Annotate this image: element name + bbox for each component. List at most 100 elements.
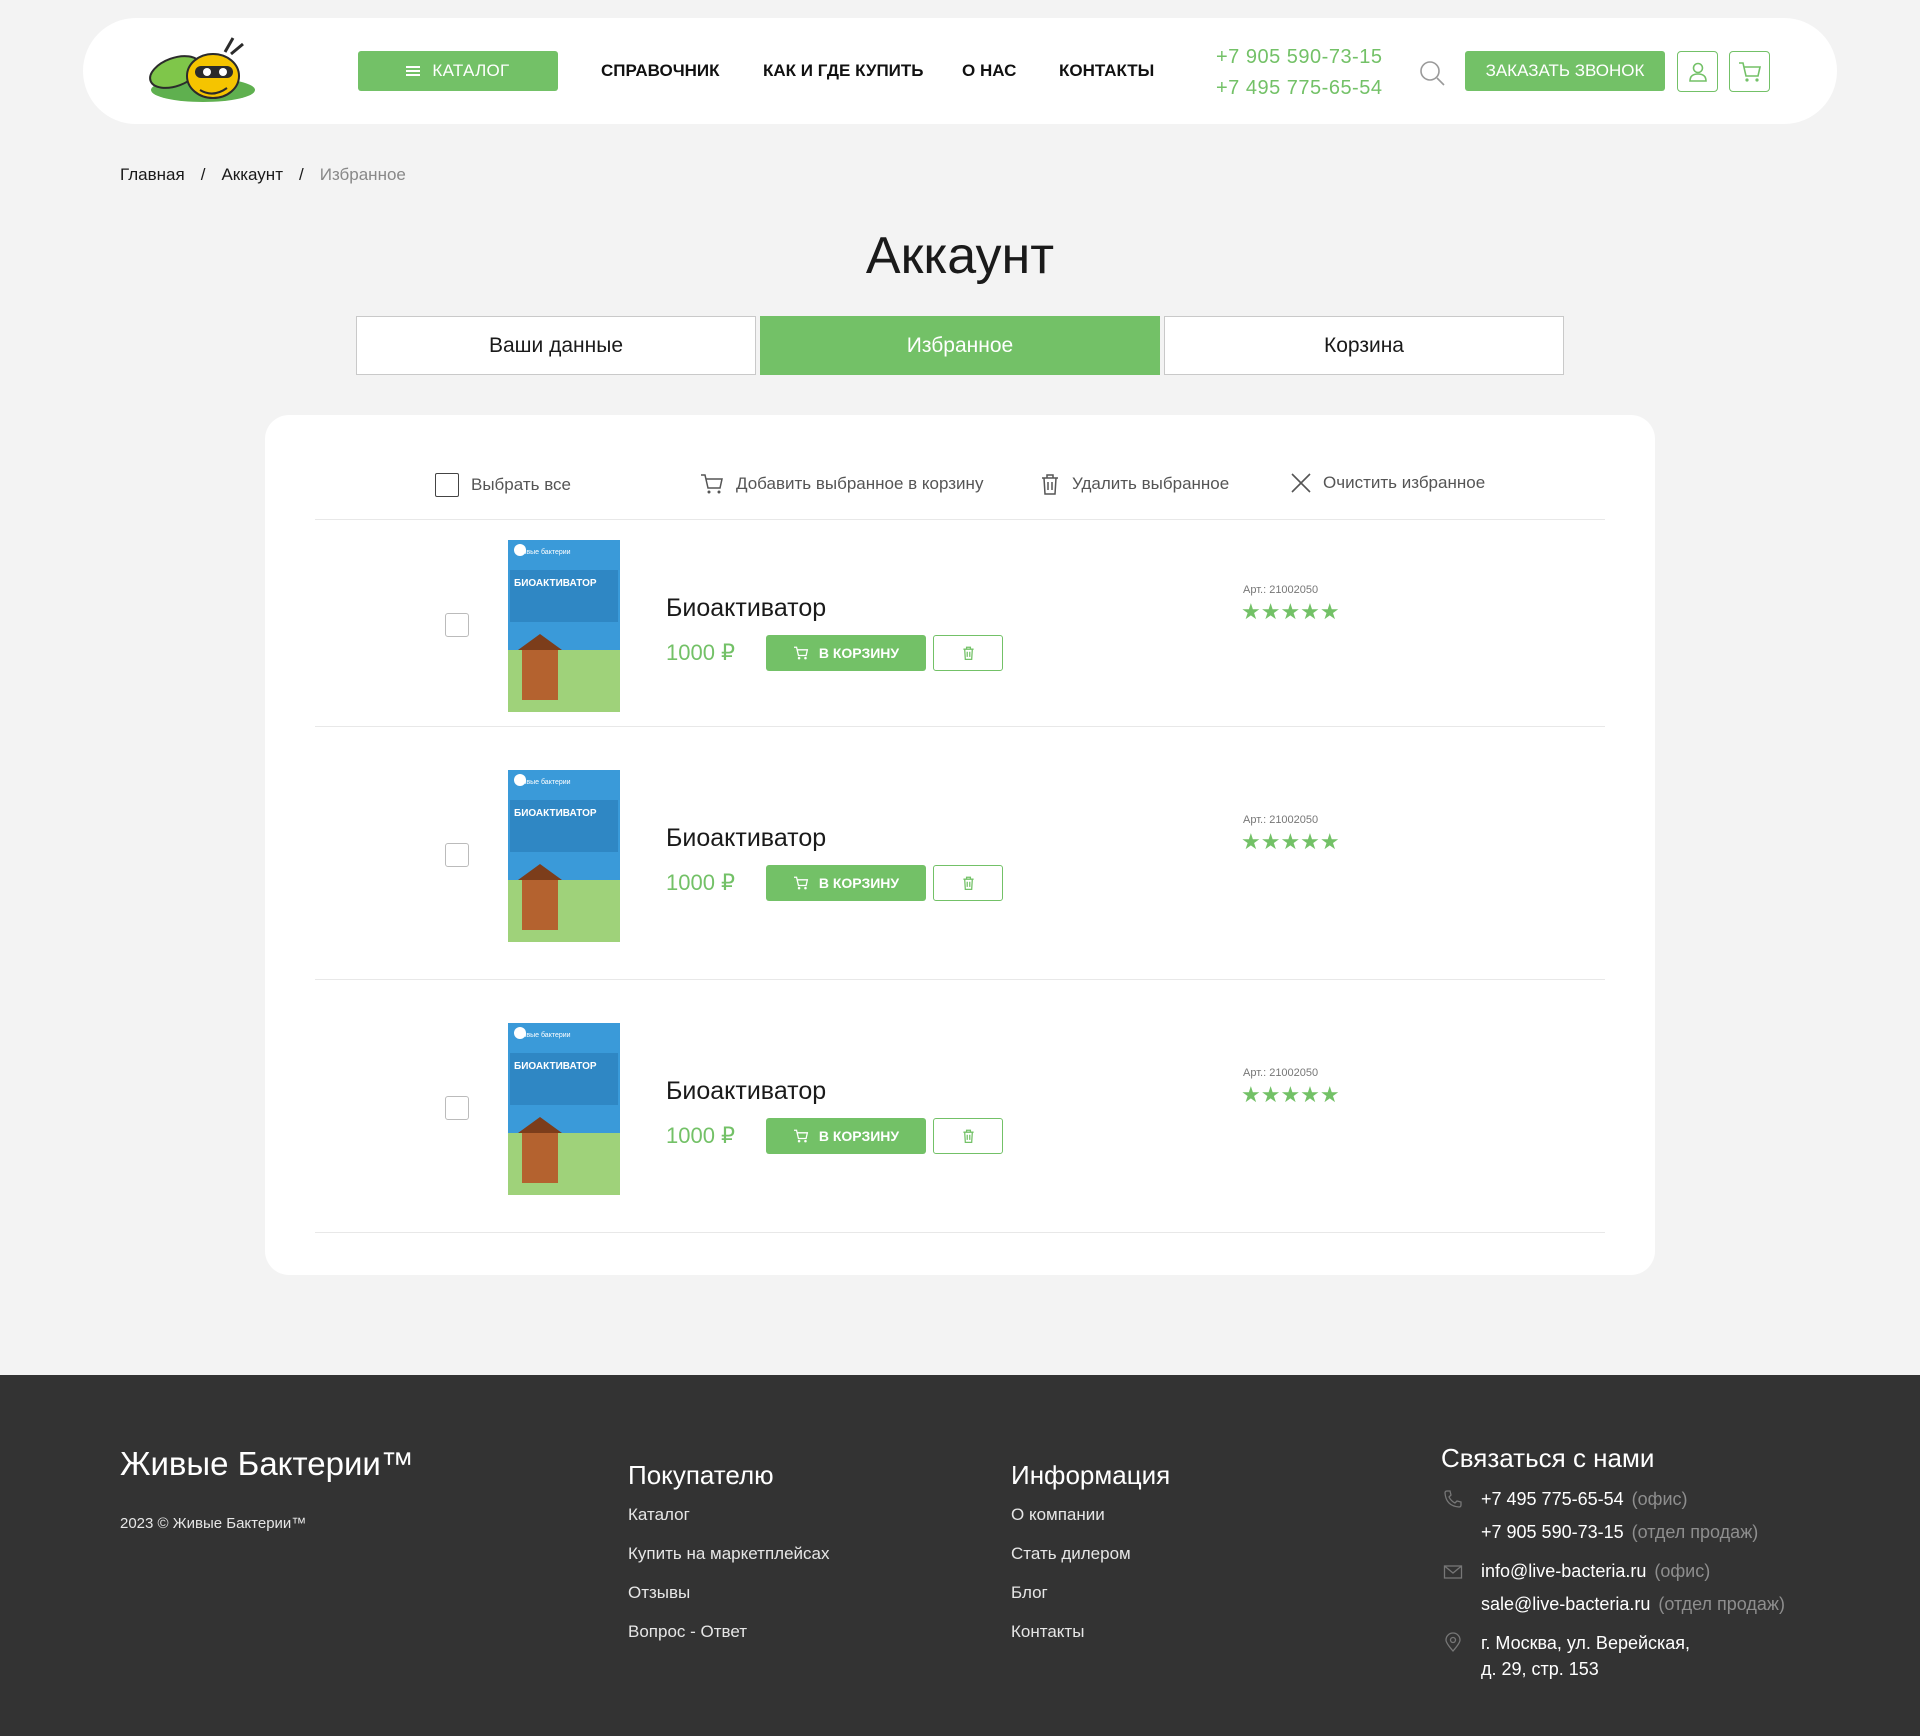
breadcrumb-separator: /: [200, 165, 206, 184]
catalog-label: КАТАЛОГ: [432, 61, 510, 80]
item-rating-stars: ★★★★★: [1241, 1082, 1340, 1107]
add-to-cart-button[interactable]: В КОРЗИНУ: [766, 1118, 926, 1154]
item-price: 1000 ₽: [666, 640, 736, 665]
nav-contacts[interactable]: КОНТАКТЫ: [1059, 61, 1154, 81]
add-to-cart-button[interactable]: В КОРЗИНУ: [766, 865, 926, 901]
search-icon[interactable]: [1419, 60, 1445, 86]
cart-icon: [1738, 61, 1761, 82]
site-header: КАТАЛОГ СПРАВОЧНИК КАК И ГДЕ КУПИТЬ О НА…: [83, 18, 1837, 124]
add-selected-label: Добавить выбранное в корзину: [736, 474, 984, 493]
footer-copyright: 2023 © Живые Бактерии™: [120, 1515, 307, 1532]
catalog-button[interactable]: КАТАЛОГ: [358, 51, 558, 91]
tab-cart[interactable]: Корзина: [1164, 316, 1564, 375]
footer-link-catalog[interactable]: Каталог: [628, 1505, 690, 1525]
site-footer: Живые Бактерии™ 2023 © Живые Бактерии™ П…: [0, 1375, 1920, 1736]
trash-icon: [962, 1129, 974, 1143]
clear-favorites-button[interactable]: Очистить избранное: [1291, 473, 1485, 493]
product-image[interactable]: Живые бактерии БИОАКТИВАТОР: [508, 1023, 620, 1195]
footer-phone-sales-note: (отдел продаж): [1631, 1522, 1759, 1542]
product-image-title: БИОАКТИВАТОР: [514, 808, 597, 819]
remove-item-button[interactable]: [933, 865, 1003, 901]
clear-favorites-label: Очистить избранное: [1323, 473, 1486, 492]
footer-info-title: Информация: [1011, 1460, 1171, 1490]
user-icon: [1688, 62, 1707, 82]
footer-link-faq[interactable]: Вопрос - Ответ: [628, 1622, 747, 1642]
add-to-cart-button[interactable]: В КОРЗИНУ: [766, 635, 926, 671]
item-rating-stars: ★★★★★: [1241, 829, 1340, 854]
select-all-checkbox[interactable]: [435, 473, 459, 497]
footer-email-office-address[interactable]: info@live-bacteria.ru: [1481, 1561, 1646, 1581]
location-icon: [1445, 1632, 1461, 1652]
logo-bee-icon[interactable]: [145, 32, 263, 110]
tab-favorites[interactable]: Избранное: [760, 316, 1160, 375]
cart-icon: [793, 646, 809, 660]
divider: [315, 726, 1605, 727]
add-selected-to-cart-button[interactable]: Добавить выбранное в корзину: [700, 473, 983, 495]
trash-icon: [962, 646, 974, 660]
footer-link-contacts[interactable]: Контакты: [1011, 1622, 1084, 1642]
item-price: 1000 ₽: [666, 870, 736, 895]
footer-link-about[interactable]: О компании: [1011, 1505, 1105, 1525]
select-all-label: Выбрать все: [471, 475, 571, 494]
cart-button[interactable]: [1729, 51, 1770, 92]
header-phone-1[interactable]: +7 905 590-73-15: [1216, 42, 1382, 73]
favorite-item: Живые бактерии БИОАКТИВАТОР Биоактиватор…: [265, 1023, 1655, 1223]
footer-email-sales-address[interactable]: sale@live-bacteria.ru: [1481, 1594, 1650, 1614]
footer-phone-office[interactable]: +7 495 775-65-54 (офис): [1481, 1489, 1688, 1510]
product-image[interactable]: Живые бактерии БИОАКТИВАТОР: [508, 540, 620, 712]
add-to-cart-label: В КОРЗИНУ: [818, 875, 900, 891]
nav-about[interactable]: О НАС: [962, 61, 1016, 81]
breadcrumb-separator: /: [298, 165, 304, 184]
divider: [315, 979, 1605, 980]
page-title: Аккаунт: [865, 227, 1055, 285]
product-image-brand: Живые бактерии: [516, 778, 571, 786]
footer-address-line-2: д. 29, стр. 153: [1481, 1659, 1599, 1679]
footer-phone-office-number[interactable]: +7 495 775-65-54: [1481, 1489, 1624, 1509]
remove-item-button[interactable]: [933, 635, 1003, 671]
nav-reference[interactable]: СПРАВОЧНИК: [601, 61, 720, 81]
item-name[interactable]: Биоактиватор: [666, 1077, 826, 1106]
footer-phone-office-note: (офис): [1631, 1489, 1688, 1509]
tab-your-data[interactable]: Ваши данные: [356, 316, 756, 375]
nav-how-to-buy[interactable]: КАК И ГДЕ КУПИТЬ: [763, 61, 924, 81]
item-checkbox[interactable]: [445, 843, 469, 867]
footer-link-marketplaces[interactable]: Купить на маркетплейсах: [628, 1544, 829, 1564]
footer-link-dealer[interactable]: Стать дилером: [1011, 1544, 1131, 1564]
breadcrumb-home[interactable]: Главная: [120, 165, 185, 185]
footer-phone-sales[interactable]: +7 905 590-73-15 (отдел продаж): [1481, 1522, 1758, 1543]
footer-contact-title: Связаться с нами: [1441, 1443, 1655, 1473]
order-call-button[interactable]: ЗАКАЗАТЬ ЗВОНОК: [1465, 51, 1665, 91]
product-image-title: БИОАКТИВАТОР: [514, 1061, 597, 1072]
add-to-cart-label: В КОРЗИНУ: [818, 645, 900, 661]
item-name[interactable]: Биоактиватор: [666, 594, 826, 623]
item-name[interactable]: Биоактиватор: [666, 824, 826, 853]
footer-phone-sales-number[interactable]: +7 905 590-73-15: [1481, 1522, 1624, 1542]
footer-email-sales[interactable]: sale@live-bacteria.ru (отдел продаж): [1481, 1594, 1785, 1615]
footer-email-office[interactable]: info@live-bacteria.ru (офис): [1481, 1561, 1710, 1582]
breadcrumb: Главная / Аккаунт / Избранное: [120, 165, 406, 185]
footer-email-office-note: (офис): [1654, 1561, 1711, 1581]
favorite-item: Живые бактерии БИОАКТИВАТОР Биоактиватор…: [265, 770, 1655, 970]
close-icon: [1291, 473, 1311, 493]
item-checkbox[interactable]: [445, 613, 469, 637]
item-checkbox[interactable]: [445, 1096, 469, 1120]
remove-item-button[interactable]: [933, 1118, 1003, 1154]
footer-link-blog[interactable]: Блог: [1011, 1583, 1048, 1603]
phone-icon: [1444, 1490, 1462, 1508]
cart-icon: [793, 876, 809, 890]
product-image-brand: Живые бактерии: [516, 548, 571, 556]
header-phone-2[interactable]: +7 495 775-65-54: [1216, 73, 1382, 104]
breadcrumb-account[interactable]: Аккаунт: [221, 165, 283, 185]
delete-selected-button[interactable]: Удалить выбранное: [1040, 473, 1229, 495]
divider: [315, 519, 1605, 520]
footer-buyer-title: Покупателю: [628, 1460, 774, 1490]
delete-selected-label: Удалить выбранное: [1072, 474, 1230, 493]
account-button[interactable]: [1677, 51, 1718, 92]
select-all-control[interactable]: Выбрать все: [435, 473, 571, 497]
item-rating-stars: ★★★★★: [1241, 599, 1340, 624]
product-image-title: БИОАКТИВАТОР: [514, 578, 597, 589]
breadcrumb-current: Избранное: [319, 165, 406, 184]
item-article: Арт.: 21002050: [1243, 1067, 1319, 1079]
footer-link-reviews[interactable]: Отзывы: [628, 1583, 690, 1603]
product-image[interactable]: Живые бактерии БИОАКТИВАТОР: [508, 770, 620, 942]
